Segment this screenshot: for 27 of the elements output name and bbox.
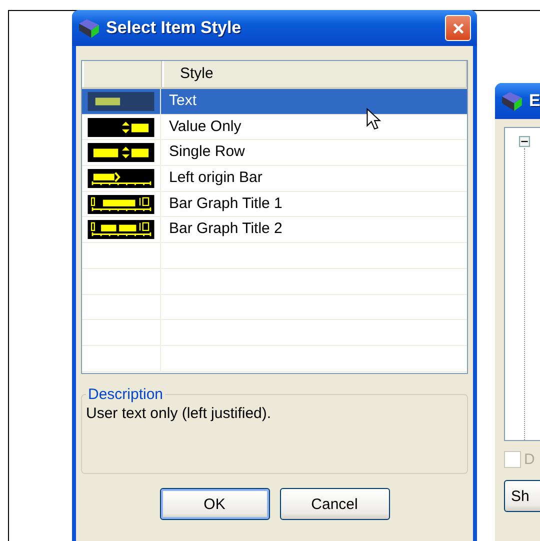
- list-item[interactable]: Bar Graph Title 1: [161, 192, 467, 216]
- window-button[interactable]: Sh: [504, 480, 540, 512]
- style-preview-icon: [87, 118, 155, 137]
- style-preview-icon: [87, 143, 155, 162]
- list-item[interactable]: Text: [161, 89, 467, 114]
- list-item[interactable]: Single Row: [161, 140, 467, 166]
- style-preview-icon: [87, 168, 155, 188]
- dialog-title: Select Item Style: [106, 18, 242, 38]
- checkbox-label: D: [524, 451, 535, 468]
- description-text: User text only (left justified).: [86, 405, 272, 422]
- cube-icon: [78, 17, 100, 39]
- list-item[interactable]: Bar Graph Title 2: [161, 217, 467, 242]
- checkbox[interactable]: [504, 451, 521, 468]
- mouse-pointer-icon: [366, 108, 381, 131]
- group-legend: Description: [86, 386, 166, 403]
- dialog-button[interactable]: Cancel: [280, 488, 390, 520]
- close-icon: [452, 22, 464, 34]
- close-button[interactable]: [445, 15, 471, 41]
- style-preview-icon: [87, 92, 155, 111]
- window-title: E: [529, 91, 540, 111]
- list-item[interactable]: Left origin Bar: [161, 166, 467, 191]
- collapse-icon[interactable]: [519, 136, 530, 147]
- list-item[interactable]: Value Only: [161, 114, 467, 140]
- dialog-button[interactable]: OK: [160, 488, 270, 520]
- style-preview-icon: [87, 194, 155, 214]
- cube-icon: [501, 90, 523, 112]
- style-preview-icon: [87, 220, 155, 240]
